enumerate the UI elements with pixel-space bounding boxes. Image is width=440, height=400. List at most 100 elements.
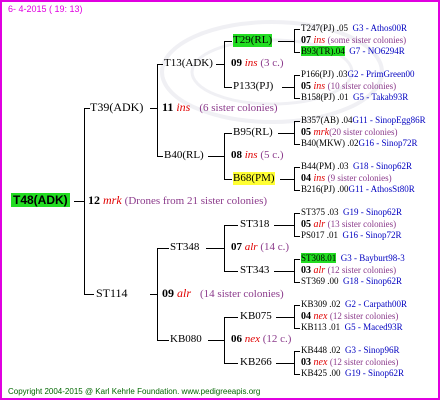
ancestor-id[interactable]: T247(PJ) (301, 23, 335, 33)
mating-note: (12 sister colonies) (327, 265, 397, 275)
queen-node[interactable]: T29(RL) (233, 34, 273, 47)
ancestor-source: G19 - Sinop62R (343, 207, 403, 217)
mating-info: 06 nex (12 c.) (231, 333, 291, 346)
ancestor-row[interactable]: KB309 .02 G2 - Carpath00R (301, 298, 407, 311)
mating-note: (9 sister colonies) (327, 173, 392, 183)
mating-note: (3 c.) (260, 57, 284, 69)
ancestor-source: G3 - Sinop96R (345, 345, 400, 355)
queen-node[interactable]: B40(RL) (164, 149, 204, 162)
ancestor-source: G7 - NO6294R (349, 46, 405, 56)
ancestor-id[interactable]: KB425 (301, 368, 327, 378)
ancestor-id[interactable]: ST375 (301, 207, 325, 217)
root-node[interactable]: T48(ADK) (11, 193, 70, 208)
ancestor-id[interactable]: B93(TR) (301, 46, 334, 56)
queen-node[interactable]: ST318 (240, 218, 269, 231)
ancestor-row[interactable]: ST308.01 G3 - Bayburt98-3 (301, 252, 405, 265)
ancestor-num: .02 (329, 345, 341, 355)
ancestor-num: .00 (329, 368, 341, 378)
ancestor-source: G18 - Sinop62R (343, 276, 403, 286)
ancestor-id[interactable]: KB309 (301, 299, 327, 309)
ancestor-source: G16 - Sinop72R (358, 138, 418, 148)
root-mating: 12 mrk (Drones from 21 sister colonies) (88, 194, 267, 208)
ancestor-id[interactable]: ST369 (301, 276, 325, 286)
mating-num: 08 (231, 149, 242, 161)
root-note: (Drones from 21 sister colonies) (124, 195, 268, 207)
ancestor-source: G16 - Sinop72R (342, 230, 402, 240)
ancestor-source: G3 - Athos00R (352, 23, 408, 33)
ancestor-num: .05 (336, 23, 348, 33)
pedigree-frame: 6- 4-2015 ( 19: 13) T48(ADK) 12 mrk (Dro… (0, 0, 440, 400)
queen-node[interactable]: T39(ADK) (90, 101, 143, 114)
mating-note: (some sister colonies) (327, 35, 407, 45)
ancestor-num: .00 (327, 276, 339, 286)
ancestor-source: G11 - SinopEgg86R (352, 115, 426, 125)
ancestor-source: G5 - Takab93R (353, 92, 409, 102)
mating-tag: alr (244, 241, 258, 253)
mating-tag: nex (244, 333, 261, 345)
queen-node[interactable]: KB075 (240, 310, 272, 323)
ancestor-row[interactable]: P166(PJ) .03G2 - PrimGreen00 (301, 68, 415, 81)
mating-tag: ins (244, 149, 258, 161)
ancestor-source: G2 - Carpath00R (345, 299, 408, 309)
ancestor-row[interactable]: T247(PJ) .05 G3 - Athos00R (301, 22, 407, 35)
ancestor-id[interactable]: B158(PJ) (301, 92, 335, 102)
queen-node[interactable]: P133(PJ) (233, 80, 273, 93)
ancestor-row[interactable]: ST375 .03 G19 - Sinop62R (301, 206, 402, 219)
copyright-footer: Copyright 2004-2015 @ Karl Kehrle Founda… (8, 387, 261, 396)
queen-node[interactable]: ST343 (240, 264, 269, 277)
ancestor-source: G3 - Bayburt98-3 (340, 253, 405, 263)
ancestor-num: .03 (327, 207, 339, 217)
ancestor-id[interactable]: B44(PM) (301, 161, 335, 171)
queen-node[interactable]: B68(PM) (233, 172, 275, 185)
ancestor-id[interactable]: P166(PJ) (301, 69, 334, 79)
ancestor-source: G19 - Sinop62R (345, 368, 405, 378)
ancestor-id[interactable]: KB448 (301, 345, 327, 355)
ancestor-row[interactable]: B93(TR).04 G7 - NO6294R (301, 45, 405, 58)
ancestor-source: G5 - Maced93R (344, 322, 403, 332)
mating-note: (10 sister colonies) (327, 81, 397, 91)
mating-info: 09 alr (14 sister colonies) (162, 287, 284, 301)
queen-node[interactable]: B95(RL) (233, 126, 273, 139)
root-num: 12 (88, 193, 100, 207)
mating-note: (12 sister colonies) (329, 357, 399, 367)
ancestor-num: .00 (337, 184, 349, 194)
queen-node[interactable]: KB266 (240, 356, 272, 369)
ancestor-num: .03 (336, 69, 348, 79)
queen-node[interactable]: ST348 (170, 241, 199, 254)
ancestor-row[interactable]: KB113 .01 G5 - Maced93R (301, 321, 403, 334)
mating-note: (5 c.) (260, 149, 284, 161)
ancestor-id[interactable]: B216(PJ) (301, 184, 335, 194)
mating-info: 08 ins (5 c.) (231, 149, 284, 162)
ancestor-num: .01 (325, 253, 337, 263)
queen-node[interactable]: KB080 (170, 333, 202, 346)
mating-tag: alr (177, 286, 192, 300)
ancestor-num: .02 (329, 299, 341, 309)
ancestor-row[interactable]: B357(AB) .04G11 - SinopEgg86R (301, 114, 426, 127)
ancestor-row[interactable]: B44(PM) .03 G18 - Sinop62R (301, 160, 412, 173)
queen-node[interactable]: ST114 (96, 287, 128, 300)
mating-note: (20 sister colonies) (329, 127, 398, 137)
ancestor-id[interactable]: B357(AB) (301, 115, 339, 125)
root-id[interactable]: T48(ADK) (11, 193, 70, 207)
mating-note: (13 sister colonies) (327, 219, 397, 229)
queen-node[interactable]: T13(ADK) (164, 57, 213, 70)
mating-num: 09 (162, 286, 174, 300)
ancestor-row[interactable]: B40(MKW) .02G16 - Sinop72R (301, 137, 418, 150)
mating-note: (12 sister colonies) (329, 311, 399, 321)
ancestor-id[interactable]: PS017 (301, 230, 325, 240)
ancestor-row[interactable]: KB425 .00 G19 - Sinop62R (301, 367, 404, 380)
ancestor-row[interactable]: B216(PJ) .00G11 - AthosSt80R (301, 183, 415, 196)
ancestor-num: .04 (333, 46, 345, 56)
ancestor-row[interactable]: PS017 .01 G16 - Sinop72R (301, 229, 402, 242)
root-tag: mrk (103, 193, 122, 207)
ancestor-id[interactable]: ST308 (301, 253, 326, 263)
mating-num: 11 (162, 100, 174, 114)
mating-note: (12 c.) (262, 333, 292, 345)
ancestor-row[interactable]: B158(PJ) .01 G5 - Takab93R (301, 91, 408, 104)
ancestor-id[interactable]: KB113 (301, 322, 327, 332)
ancestor-id[interactable]: B40(MKW) (301, 138, 345, 148)
ancestor-row[interactable]: KB448 .02 G3 - Sinop96R (301, 344, 400, 357)
mating-num: 07 (231, 241, 242, 253)
ancestor-num: .01 (337, 92, 349, 102)
ancestor-row[interactable]: ST369 .00 G18 - Sinop62R (301, 275, 402, 288)
